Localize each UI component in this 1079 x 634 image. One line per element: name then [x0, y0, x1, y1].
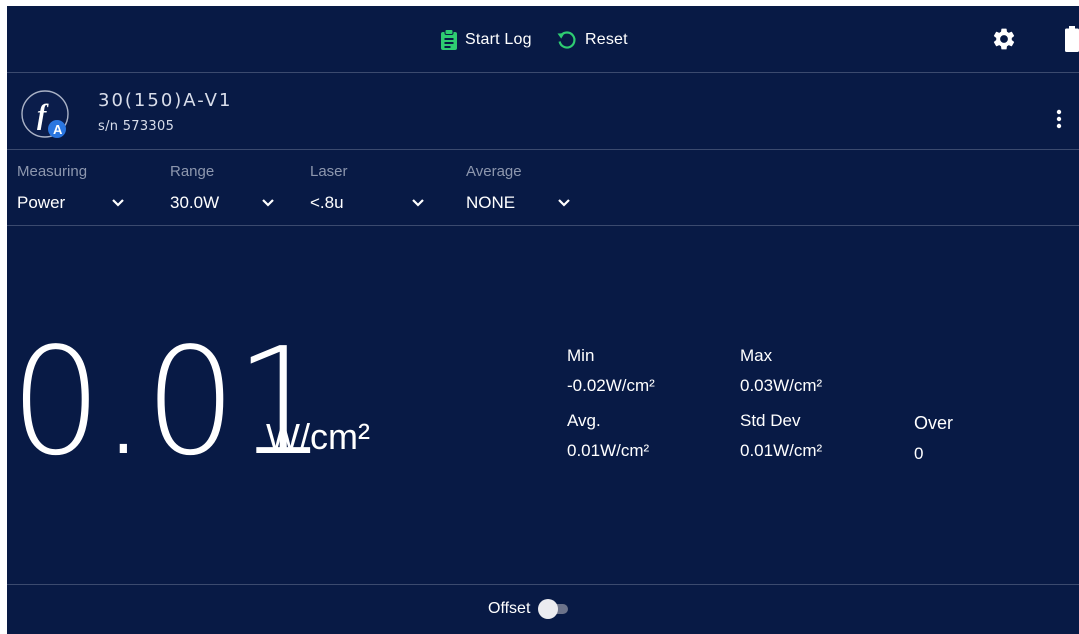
chevron-down-icon [558, 199, 570, 207]
reset-button[interactable]: Reset [556, 26, 628, 54]
chevron-down-icon [112, 199, 124, 207]
device-logo: f A [21, 90, 69, 138]
measuring-caption: Measuring [17, 163, 88, 180]
reset-label: Reset [585, 31, 628, 48]
laser-value: <.8u [310, 193, 344, 212]
device-serial: s/n 573305 [98, 119, 175, 134]
stat-max-label: Max [740, 346, 773, 365]
divider [7, 149, 1079, 150]
stat-over-label: Over [914, 413, 954, 433]
offset-label: Offset [488, 600, 531, 617]
laser-caption: Laser [310, 163, 348, 180]
stat-min: Min -0.02W/cm² [567, 346, 655, 396]
average-value: NONE [466, 193, 516, 212]
average-caption: Average [466, 163, 522, 180]
divider [7, 584, 1079, 585]
divider [7, 225, 1079, 226]
offset-control[interactable]: Offset [488, 599, 570, 619]
logo-badge: A [53, 122, 63, 137]
divider [7, 72, 1079, 73]
range-dropdown[interactable]: Range 30.0W [170, 160, 290, 220]
average-dropdown[interactable]: Average NONE [466, 160, 586, 220]
meter-app: Start Log Reset f A 30(150)A-V1 s/n 5733… [7, 6, 1079, 634]
refresh-icon [557, 31, 576, 49]
stat-std-label: Std Dev [740, 411, 801, 430]
main-reading-unit: W/cm² [266, 416, 370, 457]
stat-avg: Avg. 0.01W/cm² [567, 411, 649, 461]
more-vert-icon[interactable] [1051, 108, 1067, 130]
start-log-button[interactable]: Start Log [440, 26, 532, 54]
toggle-knob [538, 599, 559, 619]
stat-avg-value: 0.01W/cm² [567, 441, 650, 460]
device-model: 30(150)A-V1 [98, 90, 233, 111]
measuring-value: Power [17, 193, 66, 212]
clipboard-icon [441, 29, 457, 50]
measuring-dropdown[interactable]: Measuring Power [17, 160, 137, 220]
stat-avg-label: Avg. [567, 411, 601, 430]
battery-icon [1065, 26, 1079, 52]
stat-max: Max 0.03W/cm² [740, 346, 822, 396]
stat-min-value: -0.02W/cm² [567, 376, 655, 395]
chevron-down-icon [262, 199, 274, 207]
stat-std-dev: Std Dev 0.01W/cm² [740, 411, 822, 461]
stat-min-label: Min [567, 346, 595, 365]
laser-dropdown[interactable]: Laser <.8u [310, 160, 440, 220]
stat-std-value: 0.01W/cm² [740, 441, 823, 460]
start-log-label: Start Log [465, 31, 532, 48]
chevron-down-icon [412, 199, 424, 207]
stat-over-value: 0 [914, 444, 924, 463]
range-value: 30.0W [170, 193, 220, 212]
stat-max-value: 0.03W/cm² [740, 376, 823, 395]
stat-over: Over 0 [914, 413, 953, 464]
offset-toggle[interactable] [536, 599, 570, 619]
range-caption: Range [170, 163, 215, 180]
gear-icon[interactable] [991, 26, 1017, 52]
